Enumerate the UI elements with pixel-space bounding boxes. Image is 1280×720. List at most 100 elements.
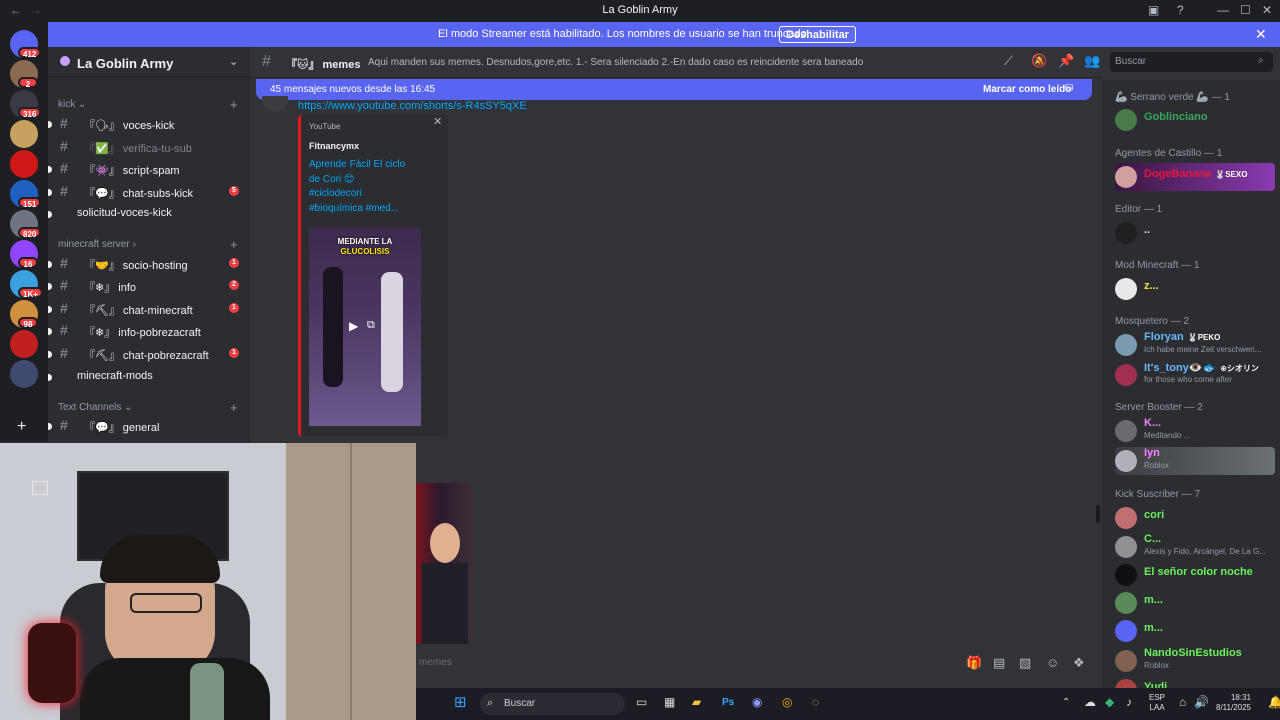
- taskbar-search[interactable]: ⌕ Buscar: [480, 693, 625, 715]
- role-header: Editor — 1: [1115, 204, 1163, 215]
- security-icon[interactable]: ◆: [1105, 695, 1114, 709]
- message-image[interactable]: [416, 483, 474, 644]
- help-icon[interactable]: ?: [1177, 3, 1184, 17]
- notifications-icon[interactable]: 🔔: [1268, 695, 1280, 709]
- search-input[interactable]: Buscar ⌕: [1110, 52, 1273, 72]
- sticker-icon[interactable]: ▧: [1019, 655, 1031, 671]
- maximize-icon[interactable]: ☐: [1240, 3, 1251, 17]
- unread-indicator: [48, 211, 52, 218]
- hash-icon: #: [60, 183, 68, 199]
- member-item[interactable]: C... Alexis y Fido, Arcángel, De La G...: [1115, 533, 1277, 561]
- embed-author[interactable]: Fitnancymx: [309, 141, 359, 151]
- channel-item[interactable]: # 『💬』 chat-subs-kick 5: [48, 182, 248, 202]
- person-suit: [422, 563, 468, 644]
- windows-start-icon[interactable]: ⊞: [454, 693, 467, 711]
- hash-icon: #: [60, 138, 68, 154]
- channel-item[interactable]: # 『❄』 info 2: [48, 276, 248, 296]
- channel-label: 『✅』 verifica-tu-sub: [84, 143, 192, 155]
- category-kick[interactable]: kick ⌄: [58, 99, 86, 110]
- channel-item[interactable]: solicitud-voces-kick: [48, 204, 248, 224]
- member-item[interactable]: NandoSinEstudios Roblox: [1115, 647, 1277, 675]
- member-item[interactable]: Floryan 🐰PEKO Ich habe meine Zeit verschwe…: [1115, 331, 1277, 359]
- apps-icon[interactable]: ❖: [1073, 655, 1085, 671]
- server-icon[interactable]: [10, 360, 38, 388]
- inbox-icon[interactable]: ▣: [1148, 3, 1159, 17]
- chevron-down-icon[interactable]: ⌄: [229, 55, 238, 68]
- guild-header[interactable]: La Goblin Army ⌄: [48, 47, 250, 77]
- streamer-shirt: [80, 658, 270, 720]
- member-item[interactable]: It's_tony👁️🐟 ⊕シオリン for those who come afte…: [1115, 361, 1277, 389]
- pin-icon[interactable]: 📌: [1058, 53, 1074, 69]
- embed-title[interactable]: Aprende Fácil El ciclo de Cori 😊 #ciclod…: [309, 158, 419, 216]
- glasses: [130, 593, 202, 613]
- close-banner-icon[interactable]: ✕: [1255, 26, 1267, 43]
- channel-item[interactable]: # 『🗣』 voces-kick: [48, 114, 248, 134]
- disable-streamer-button[interactable]: Deshabilitar: [779, 26, 856, 43]
- member-item[interactable]: m...: [1115, 617, 1277, 645]
- task-view-icon[interactable]: ▭: [636, 695, 647, 709]
- member-item[interactable]: K... Meditando ...: [1115, 417, 1277, 445]
- channel-item[interactable]: minecraft-mods: [48, 367, 248, 387]
- volume-icon[interactable]: 🔊: [1194, 695, 1209, 709]
- obs-icon[interactable]: ◌: [812, 695, 819, 709]
- channel-item[interactable]: # 『💬』 general: [48, 416, 248, 436]
- cloud-icon[interactable]: ☁: [1084, 695, 1096, 709]
- gif-icon[interactable]: ▤: [993, 655, 1005, 671]
- scrollbar-thumb[interactable]: [1096, 505, 1100, 523]
- new-messages-bar[interactable]: 45 mensajes nuevos desde las 16:45 Marca…: [256, 79, 1092, 100]
- add-channel-icon[interactable]: +: [230, 400, 238, 415]
- channel-item[interactable]: # 『👾』 script-spam: [48, 159, 248, 179]
- member-item[interactable]: Iyn Roblox: [1115, 447, 1275, 475]
- channel-topic[interactable]: Aqui manden sus memes. Desnudos,gore,etc…: [368, 57, 863, 68]
- mic-tray-icon[interactable]: ♪: [1126, 695, 1132, 709]
- message-composer[interactable]: memes 🎁 ▤ ▧ ☺ ❖: [416, 652, 1102, 674]
- member-status: for those who come after: [1144, 375, 1233, 384]
- network-icon[interactable]: ⌂: [1179, 695, 1186, 709]
- discord-icon[interactable]: ◉: [752, 695, 762, 709]
- server-mention-badge: 412: [18, 47, 42, 59]
- member-item[interactable]: DogeBanana 🐰SEXO: [1115, 163, 1275, 191]
- widgets-icon[interactable]: ▦: [664, 695, 675, 709]
- emoji-icon[interactable]: ☺: [1046, 655, 1059, 670]
- member-list-icon[interactable]: 👥: [1084, 53, 1100, 69]
- member-item[interactable]: Goblinciano: [1115, 106, 1277, 134]
- channel-item[interactable]: # 『⛏』 chat-pobrezacraft 1: [48, 344, 248, 364]
- photoshop-icon[interactable]: Ps: [722, 697, 734, 708]
- member-item[interactable]: ..: [1115, 219, 1277, 247]
- channel-item[interactable]: # 『⛏』 chat-minecraft 1: [48, 299, 248, 319]
- channel-item[interactable]: # 『✅』 verifica-tu-sub: [48, 137, 248, 157]
- gift-icon[interactable]: 🎁: [966, 655, 982, 671]
- channel-item[interactable]: # 『❄』 info-pobrezacraft: [48, 321, 248, 341]
- threads-icon[interactable]: ⟋: [1004, 53, 1013, 69]
- server-icon[interactable]: [10, 150, 38, 178]
- person-figure: [381, 272, 403, 392]
- youtube-link[interactable]: https://www.youtube.com/shorts/s-R4sSY5q…: [298, 100, 527, 112]
- close-window-icon[interactable]: ✕: [1262, 3, 1272, 17]
- open-external-icon[interactable]: ⧉: [367, 319, 375, 332]
- mark-read-button[interactable]: Marcar como leído: [983, 84, 1071, 95]
- member-item[interactable]: z...: [1115, 275, 1277, 303]
- member-status: Roblox: [1144, 661, 1169, 670]
- video-thumbnail[interactable]: MEDIANTE LA GLUCOLISIS ▶ ⧉: [309, 227, 421, 426]
- chrome-icon[interactable]: ◎: [782, 695, 792, 709]
- tray-chevron-icon[interactable]: ⌃: [1062, 697, 1070, 708]
- server-icon[interactable]: [10, 330, 38, 358]
- clock[interactable]: 18:31 8/11/2025: [1216, 693, 1251, 713]
- remove-embed-icon[interactable]: ✕: [433, 115, 442, 128]
- minimize-icon[interactable]: —: [1217, 3, 1229, 17]
- mute-bell-icon[interactable]: 🔕: [1031, 53, 1047, 69]
- category-minecraft[interactable]: minecraft server ›: [58, 239, 136, 250]
- add-channel-icon[interactable]: +: [230, 237, 238, 252]
- member-item[interactable]: m...: [1115, 589, 1277, 617]
- server-icon[interactable]: [10, 120, 38, 148]
- author-avatar[interactable]: [262, 96, 288, 112]
- channel-item[interactable]: # 『🤝』 socio-hosting 1: [48, 254, 248, 274]
- add-server-icon[interactable]: +: [17, 418, 26, 436]
- play-icon[interactable]: ▶: [349, 319, 358, 333]
- member-item[interactable]: El señor color noche: [1115, 561, 1277, 589]
- category-text-channels[interactable]: Text Channels ⌄: [58, 402, 133, 413]
- language-indicator[interactable]: ESP LAA: [1149, 693, 1165, 713]
- file-explorer-icon[interactable]: ▰: [692, 695, 701, 709]
- member-item[interactable]: cori: [1115, 504, 1277, 532]
- add-channel-icon[interactable]: +: [230, 97, 238, 112]
